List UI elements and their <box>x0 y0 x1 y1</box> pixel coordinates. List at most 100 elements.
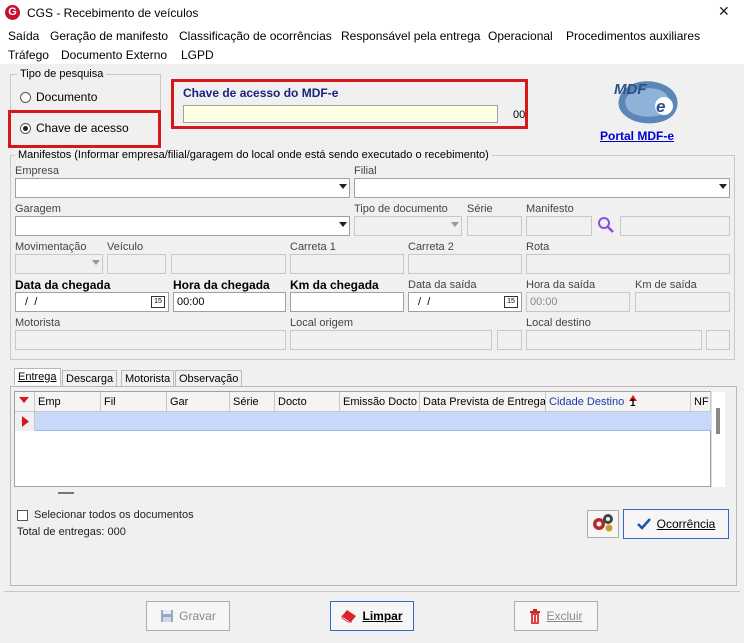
divider <box>4 591 740 592</box>
km-chegada-label: Km da chegada <box>290 278 379 292</box>
col-emp[interactable]: Emp <box>35 392 101 412</box>
svg-text:MDF: MDF <box>614 81 647 98</box>
col-fil[interactable]: Fil <box>101 392 167 412</box>
col-docto[interactable]: Docto <box>275 392 340 412</box>
movimentacao-select[interactable] <box>15 254 103 274</box>
mdfe-logo-icon: MDF e <box>612 76 686 128</box>
menu-documento-externo[interactable]: Documento Externo <box>61 48 167 62</box>
local-destino-code <box>706 330 730 350</box>
sort-indicator: 1 <box>630 398 636 409</box>
hora-saida-field[interactable]: 00:00 <box>526 292 630 312</box>
trash-icon <box>530 608 541 624</box>
limpar-button[interactable]: Limpar <box>330 601 414 631</box>
grid-vscrollbar[interactable] <box>711 392 725 487</box>
veiculo-label: Veículo <box>107 241 144 253</box>
col-cidade-destino[interactable]: Cidade Destino <box>546 392 691 412</box>
menu-procedimentos-auxiliares[interactable]: Procedimentos auxiliares <box>566 29 700 43</box>
radio-documento-label: Documento <box>36 90 98 104</box>
mdfe-key-suffix: 00 <box>513 109 526 121</box>
search-manifest-icon[interactable] <box>597 216 615 234</box>
movimentacao-label: Movimentação <box>15 241 87 253</box>
veiculo-desc-field <box>171 254 286 274</box>
empresa-label: Empresa <box>15 165 60 177</box>
garagem-select[interactable] <box>15 216 350 236</box>
menu-lgpd[interactable]: LGPD <box>181 48 214 62</box>
tab-observacao[interactable]: Observação <box>175 370 243 387</box>
calendar-icon[interactable]: 15 <box>504 296 518 308</box>
manifesto-field[interactable] <box>526 216 592 236</box>
serie-label: Série <box>467 203 493 215</box>
table-row[interactable] <box>35 412 711 431</box>
serie-field[interactable] <box>467 216 522 236</box>
close-icon[interactable]: ✕ <box>718 3 730 20</box>
motorista-field[interactable] <box>15 330 286 350</box>
carreta1-label: Carreta 1 <box>290 241 336 253</box>
km-saida-field[interactable] <box>635 292 730 312</box>
local-origem-field[interactable] <box>290 330 492 350</box>
gravar-button[interactable]: Gravar <box>146 601 230 631</box>
select-all-checkbox[interactable] <box>17 510 28 521</box>
grid-hscroll-thumb[interactable] <box>58 492 74 494</box>
carreta2-field[interactable] <box>408 254 522 274</box>
empresa-select[interactable] <box>15 178 350 198</box>
manifesto-label: Manifesto <box>526 203 574 215</box>
save-icon <box>161 610 174 622</box>
mdfe-key-input[interactable] <box>183 105 498 123</box>
excluir-button[interactable]: Excluir <box>514 601 598 631</box>
data-saida-label: Data da saída <box>408 279 477 291</box>
manifesto-detail-field <box>620 216 730 236</box>
check-icon <box>636 518 651 530</box>
carreta1-field[interactable] <box>290 254 404 274</box>
veiculo-field[interactable] <box>107 254 166 274</box>
rota-field[interactable] <box>526 254 730 274</box>
local-origem-code <box>497 330 522 350</box>
radio-chave-acesso[interactable] <box>20 123 31 134</box>
local-origem-label: Local origem <box>290 317 353 329</box>
row-indicator-icon <box>15 412 35 431</box>
tipo-documento-select[interactable] <box>354 216 462 236</box>
filial-label: Filial <box>354 165 377 177</box>
local-destino-field[interactable] <box>526 330 702 350</box>
menu-classificacao-ocorrencias[interactable]: Classificação de ocorrências <box>179 29 332 43</box>
carreta2-label: Carreta 2 <box>408 241 454 253</box>
mdfe-key-label: Chave de acesso do MDF-e <box>183 86 339 100</box>
menu-trafego[interactable]: Tráfego <box>8 48 49 62</box>
km-saida-label: Km de saída <box>635 279 697 291</box>
tab-descarga[interactable]: Descarga <box>62 370 118 387</box>
radio-documento[interactable] <box>20 92 31 103</box>
hora-saida-label: Hora da saída <box>526 279 596 291</box>
menu-geracao-manifesto[interactable]: Geração de manifesto <box>50 29 168 43</box>
app-logo-icon: G <box>5 5 20 20</box>
col-nf[interactable]: NF <box>691 392 711 412</box>
total-deliveries: Total de entregas: 000 <box>17 526 126 538</box>
manifests-title: Manifestos (Informar empresa/filial/gara… <box>15 149 492 161</box>
tipo-documento-label: Tipo de documento <box>354 203 448 215</box>
col-data-prevista[interactable]: Data Prevista de Entrega <box>420 392 546 412</box>
menu-operacional[interactable]: Operacional <box>488 29 553 43</box>
col-gar[interactable]: Gar <box>167 392 230 412</box>
calendar-icon[interactable]: 15 <box>151 296 165 308</box>
tab-motorista[interactable]: Motorista <box>121 370 175 387</box>
row-selector-header-icon[interactable] <box>15 392 35 412</box>
gears-icon <box>593 514 613 532</box>
ocorrencia-button[interactable]: Ocorrência <box>623 509 729 539</box>
menu-responsavel-entrega[interactable]: Responsável pela entrega <box>341 29 480 43</box>
col-serie[interactable]: Série <box>230 392 275 412</box>
col-emissao-docto[interactable]: Emissão Docto <box>340 392 420 412</box>
tab-entrega[interactable]: Entrega <box>14 368 61 385</box>
search-type-title: Tipo de pesquisa <box>17 68 107 80</box>
menu-saida[interactable]: Saída <box>8 29 39 43</box>
batch-process-button[interactable] <box>587 510 619 538</box>
data-chegada-field[interactable]: / / 15 <box>15 292 169 312</box>
rota-label: Rota <box>526 241 550 253</box>
hora-chegada-field[interactable]: 00:00 <box>173 292 286 312</box>
portal-mdfe-link[interactable]: Portal MDF-e <box>600 129 674 143</box>
data-chegada-label: Data da chegada <box>15 278 111 292</box>
garagem-label: Garagem <box>15 203 61 215</box>
km-chegada-field[interactable] <box>290 292 404 312</box>
data-saida-field[interactable]: / / 15 <box>408 292 522 312</box>
grid-vscroll-thumb[interactable] <box>716 408 720 434</box>
filial-select[interactable] <box>354 178 730 198</box>
motorista-label: Motorista <box>15 317 61 329</box>
eraser-icon <box>342 610 357 623</box>
